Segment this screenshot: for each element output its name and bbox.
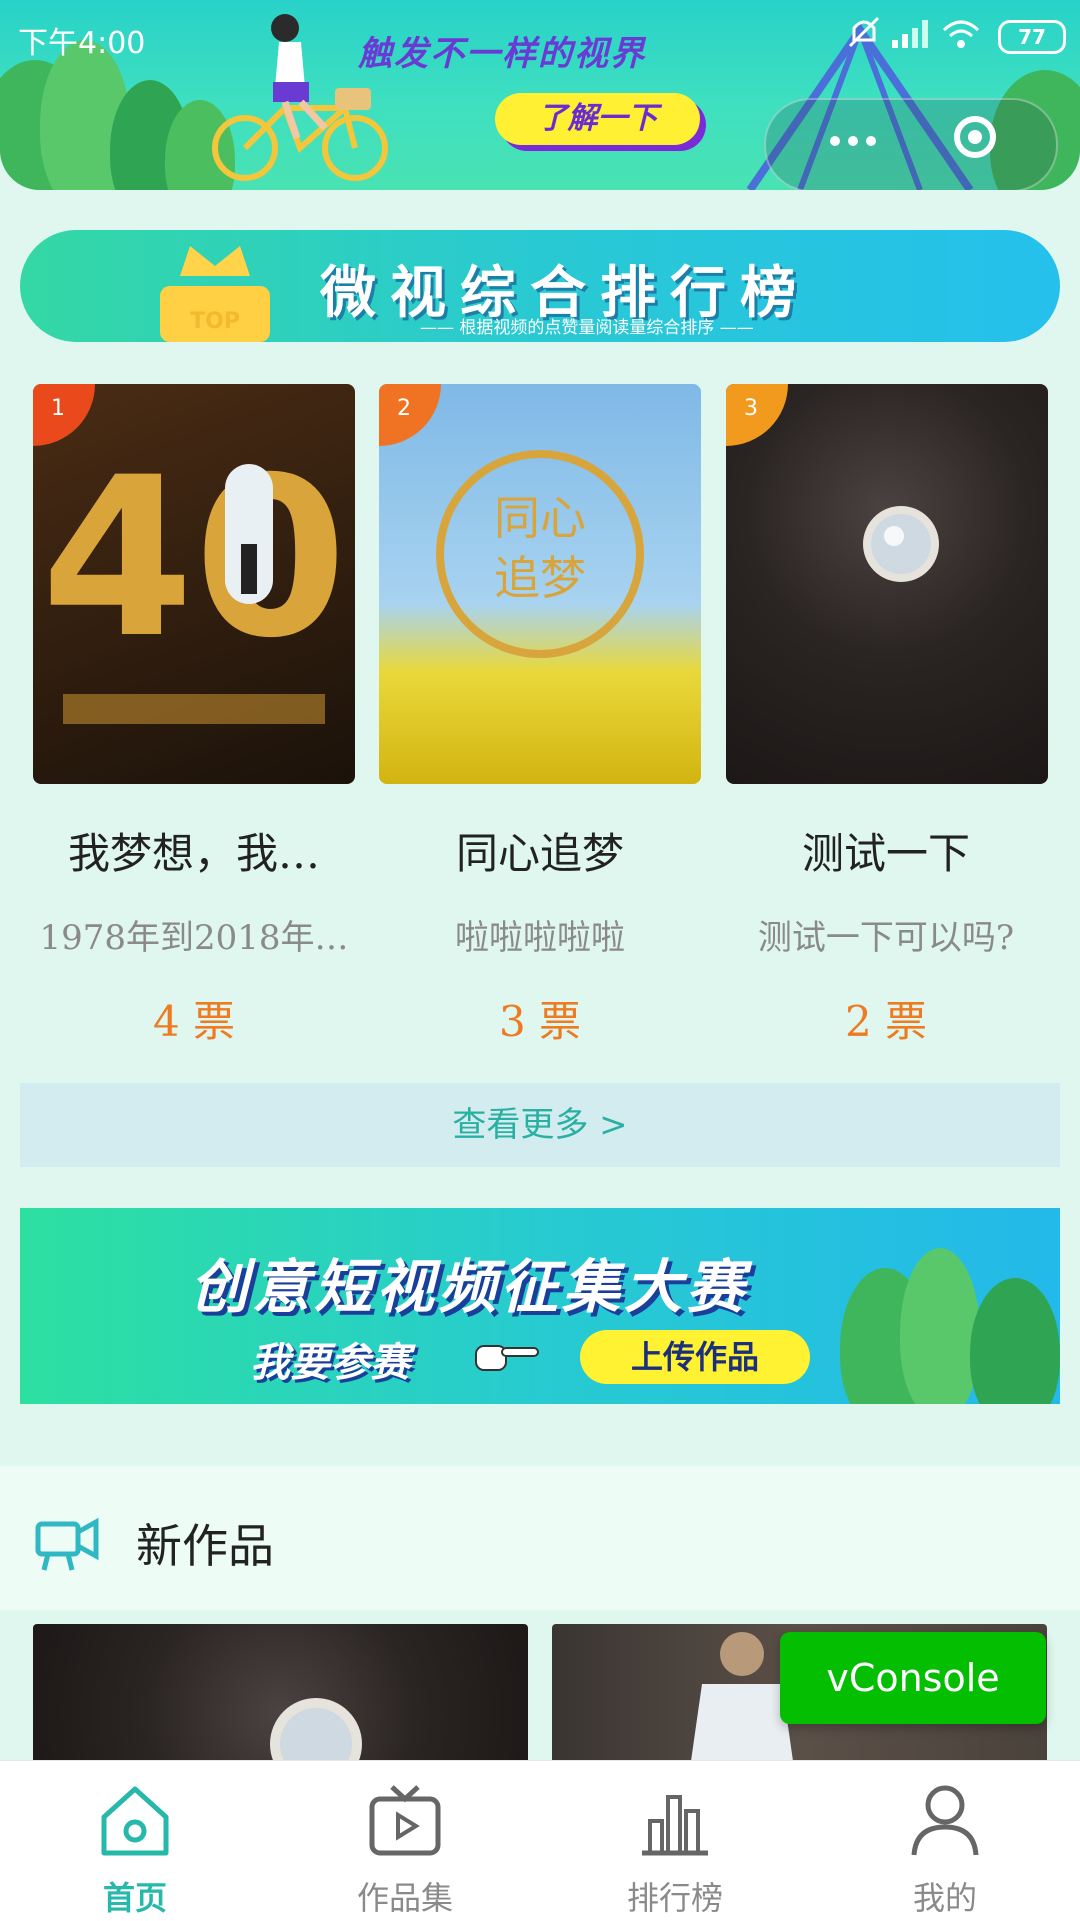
top-banner[interactable]: 触发不一样的视界 了解一下 下午4:00 77 <box>0 0 1080 190</box>
learn-more-button[interactable]: 了解一下 <box>495 93 700 145</box>
more-dots-icon[interactable] <box>826 130 896 154</box>
crown-trophy-icon: TOP <box>160 246 270 342</box>
join-contest-text: 我要参赛 <box>250 1340 410 1386</box>
wifi-icon <box>942 20 980 48</box>
tab-mine[interactable]: 我的 <box>810 1761 1080 1921</box>
tree-decoration <box>970 1278 1060 1404</box>
tab-label: 首页 <box>102 1879 167 1917</box>
work-title[interactable]: 同心追梦 <box>370 820 710 881</box>
home-icon <box>101 1786 169 1856</box>
work-thumbnail[interactable]: 40 1 <box>33 384 355 784</box>
mini-program-capsule[interactable] <box>764 98 1058 190</box>
tab-label: 作品集 <box>356 1879 453 1917</box>
work-description: 啦啦啦啦啦 <box>455 918 625 958</box>
vote-count: 2 票 <box>844 997 928 1046</box>
banner-slogan: 触发不一样的视界 <box>358 34 646 74</box>
svg-text:追梦: 追梦 <box>494 551 586 605</box>
pointing-hand-icon <box>475 1345 539 1371</box>
work-description: 1978年到2018年… <box>39 918 349 958</box>
svg-text:同心: 同心 <box>494 491 586 545</box>
vote-count: 4 票 <box>152 997 236 1046</box>
status-time: 下午4:00 <box>18 26 146 61</box>
thumbnail-art: 40 <box>41 430 347 724</box>
new-works-title: 新作品 <box>136 1519 274 1573</box>
tab-works[interactable]: 作品集 <box>270 1761 540 1921</box>
work-title[interactable]: 我梦想，我… <box>24 820 364 881</box>
ranking-banner-subtitle: —— 根据视频的点赞量阅读量综合排序 —— <box>420 318 754 338</box>
thumbnail-art: 同心 追梦 <box>436 450 644 658</box>
work-thumbnail[interactable]: 同心 追梦 2 <box>379 384 701 784</box>
svg-text:40: 40 <box>41 430 347 686</box>
view-more-button[interactable]: 查看更多 > <box>20 1083 1060 1167</box>
tab-label: 我的 <box>912 1879 977 1917</box>
play-icon <box>369 1785 441 1856</box>
vote-count: 3 票 <box>498 997 582 1046</box>
crown-text: TOP <box>190 309 240 334</box>
video-camera-icon <box>35 1517 99 1571</box>
tab-home[interactable]: 首页 <box>0 1761 270 1921</box>
tab-label: 排行榜 <box>626 1879 723 1917</box>
work-description: 测试一下可以吗? <box>757 918 1015 958</box>
vconsole-button[interactable]: vConsole <box>780 1632 1046 1724</box>
close-target-icon[interactable] <box>954 116 996 158</box>
ceiling-light-art <box>863 506 939 582</box>
ranking-banner[interactable]: TOP 微视综合排行榜 —— 根据视频的点赞量阅读量综合排序 —— <box>20 230 1060 342</box>
contest-title: 创意短视频征集大赛 <box>190 1253 749 1321</box>
tab-bar: 首页 作品集 排行榜 我的 <box>0 1760 1080 1921</box>
upload-work-button[interactable]: 上传作品 <box>580 1330 810 1384</box>
mute-icon <box>848 16 880 48</box>
signal-icon <box>892 20 928 48</box>
user-icon <box>911 1785 979 1856</box>
contest-banner[interactable]: 创意短视频征集大赛 我要参赛 上传作品 <box>20 1208 1060 1404</box>
tree-decoration <box>900 1248 980 1404</box>
new-works-header: 新作品 <box>0 1466 1080 1610</box>
tab-ranking[interactable]: 排行榜 <box>540 1761 810 1921</box>
battery-indicator: 77 <box>998 20 1066 54</box>
chart-icon <box>642 1795 708 1856</box>
work-thumbnail[interactable]: 3 <box>726 384 1048 784</box>
work-title[interactable]: 测试一下 <box>716 820 1056 881</box>
